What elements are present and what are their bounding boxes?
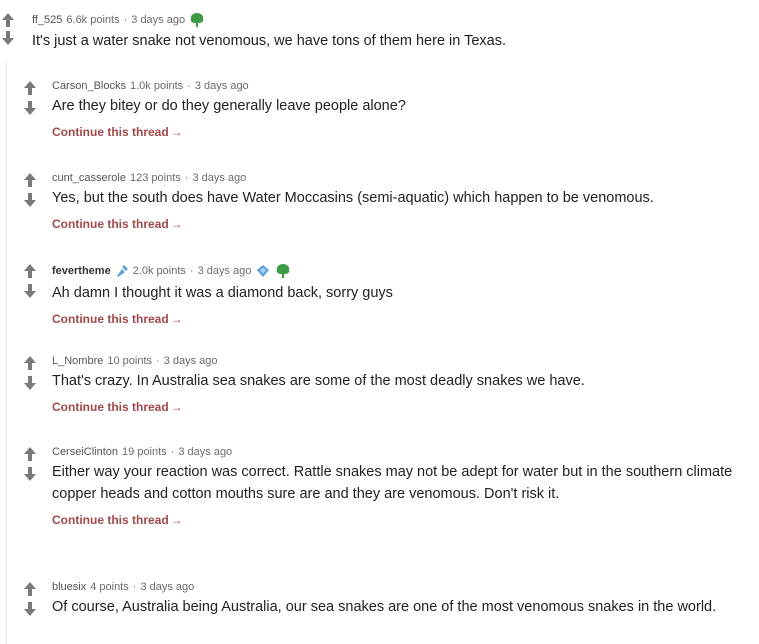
comment-meta: fevertheme 2.0k points · 3 days ago bbox=[52, 263, 752, 279]
meta-separator: · bbox=[189, 265, 194, 277]
comment-age: 3 days ago bbox=[163, 355, 218, 367]
comment-age: 3 days ago bbox=[194, 80, 249, 92]
comment-body: Either way your reaction was correct. Ra… bbox=[52, 464, 733, 502]
continue-thread-label: Continue this thread bbox=[52, 125, 169, 139]
upvote-arrow-icon[interactable] bbox=[22, 581, 38, 597]
meta-separator: · bbox=[132, 581, 137, 593]
comment-points: 123 points bbox=[130, 172, 181, 184]
comment-author[interactable]: ff_525 bbox=[32, 14, 62, 26]
comment-author[interactable]: L_Nombre bbox=[52, 355, 103, 367]
comment-body: Are they bitey or do they generally leav… bbox=[52, 98, 406, 114]
vote-column bbox=[0, 12, 16, 46]
upvote-arrow-icon[interactable] bbox=[22, 263, 38, 279]
comment-age: 3 days ago bbox=[131, 14, 186, 26]
continue-thread-label: Continue this thread bbox=[52, 513, 169, 527]
downvote-arrow-icon[interactable] bbox=[22, 375, 38, 391]
downvote-arrow-icon[interactable] bbox=[22, 601, 38, 617]
comment-body: It's just a water snake not venomous, we… bbox=[32, 33, 507, 49]
vote-column bbox=[22, 172, 38, 208]
continue-thread-link[interactable]: Continue this thread → bbox=[52, 400, 183, 414]
meta-separator: · bbox=[170, 446, 175, 458]
comment-points: 1.0k points bbox=[129, 80, 184, 92]
downvote-arrow-icon[interactable] bbox=[22, 466, 38, 482]
comment-body: Of course, Australia being Australia, ou… bbox=[52, 599, 717, 615]
continue-thread-link[interactable]: Continue this thread → bbox=[52, 513, 183, 527]
arrow-right-icon: → bbox=[170, 125, 183, 139]
vote-column bbox=[22, 263, 38, 299]
comment-age: 3 days ago bbox=[197, 265, 252, 277]
comment-points: 2.0k points bbox=[132, 265, 186, 277]
continue-thread-link[interactable]: Continue this thread → bbox=[52, 217, 183, 231]
tree-award-icon bbox=[189, 12, 205, 28]
comment-points: 10 points bbox=[107, 355, 153, 367]
comment-meta: Carson_Blocks 1.0k points · 3 days ago bbox=[52, 80, 752, 92]
comment-points: 6.6k points bbox=[66, 14, 120, 26]
vote-column bbox=[22, 80, 38, 116]
upvote-arrow-icon[interactable] bbox=[22, 80, 38, 96]
vote-column bbox=[22, 355, 38, 391]
thread-guide-line[interactable] bbox=[6, 62, 7, 644]
vote-column bbox=[22, 581, 38, 617]
arrow-right-icon: → bbox=[170, 217, 183, 231]
vote-column bbox=[22, 446, 38, 482]
comment-thread: ff_525 6.6k points · 3 days ago It's jus… bbox=[0, 0, 759, 644]
meta-separator: · bbox=[156, 355, 160, 367]
comment-author[interactable]: Carson_Blocks bbox=[52, 80, 126, 92]
meta-separator: · bbox=[123, 14, 128, 26]
meta-separator: · bbox=[184, 172, 189, 184]
continue-thread-label: Continue this thread bbox=[52, 217, 169, 231]
microphone-icon bbox=[115, 264, 129, 278]
comment-meta: cunt_casserole 123 points · 3 days ago bbox=[52, 172, 752, 184]
comment-meta: bluesix 4 points · 3 days ago bbox=[52, 581, 752, 593]
comment-author[interactable]: fevertheme bbox=[52, 265, 111, 277]
downvote-arrow-icon[interactable] bbox=[0, 30, 16, 46]
comment-meta: CerseiClinton 19 points · 3 days ago bbox=[52, 446, 752, 458]
downvote-arrow-icon[interactable] bbox=[22, 192, 38, 208]
comment-author[interactable]: CerseiClinton bbox=[52, 446, 118, 458]
continue-thread-label: Continue this thread bbox=[52, 312, 169, 326]
arrow-right-icon: → bbox=[170, 400, 183, 414]
upvote-arrow-icon[interactable] bbox=[22, 446, 38, 462]
comment-meta: ff_525 6.6k points · 3 days ago bbox=[32, 12, 752, 28]
tree-award-icon bbox=[275, 263, 291, 279]
upvote-arrow-icon[interactable] bbox=[22, 355, 38, 371]
continue-thread-link[interactable]: Continue this thread → bbox=[52, 312, 183, 326]
comment-body: Ah damn I thought it was a diamond back,… bbox=[52, 285, 393, 301]
ticket-award-icon bbox=[255, 263, 271, 279]
downvote-arrow-icon[interactable] bbox=[22, 100, 38, 116]
comment-age: 3 days ago bbox=[178, 446, 233, 458]
arrow-right-icon: → bbox=[170, 513, 183, 527]
comment-points: 19 points bbox=[122, 446, 167, 458]
meta-separator: · bbox=[187, 80, 191, 92]
continue-thread-label: Continue this thread bbox=[52, 400, 169, 414]
upvote-arrow-icon[interactable] bbox=[22, 172, 38, 188]
comment-points: 4 points bbox=[90, 581, 129, 593]
continue-thread-link[interactable]: Continue this thread → bbox=[52, 125, 183, 139]
comment-body: That's crazy. In Australia sea snakes ar… bbox=[52, 373, 585, 389]
comment-age: 3 days ago bbox=[140, 581, 195, 593]
arrow-right-icon: → bbox=[170, 312, 183, 326]
comment-meta: L_Nombre 10 points · 3 days ago bbox=[52, 355, 752, 367]
comment-author[interactable]: bluesix bbox=[52, 581, 86, 593]
comment-body: Yes, but the south does have Water Mocca… bbox=[52, 190, 654, 206]
comment-age: 3 days ago bbox=[192, 172, 247, 184]
upvote-arrow-icon[interactable] bbox=[0, 12, 16, 28]
downvote-arrow-icon[interactable] bbox=[22, 283, 38, 299]
comment-author[interactable]: cunt_casserole bbox=[52, 172, 126, 184]
